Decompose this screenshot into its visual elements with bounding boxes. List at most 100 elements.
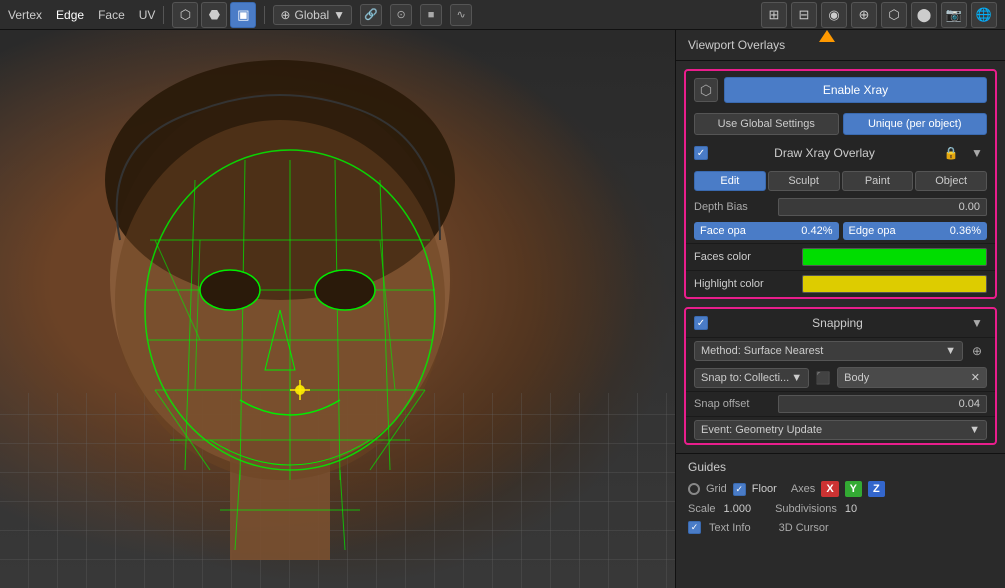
highlight-color-label: Highlight color — [694, 278, 794, 290]
opacity-row: Face opa 0.42% Edge opa 0.36% — [686, 219, 995, 243]
magnet-icon[interactable]: 🔗 — [360, 4, 382, 26]
settings-row: Use Global Settings Unique (per object) — [686, 109, 995, 139]
xray-section: ⬡ Enable Xray Use Global Settings Unique… — [684, 69, 997, 299]
tab-paint[interactable]: Paint — [842, 171, 914, 191]
faces-color-label: Faces color — [694, 251, 794, 263]
text-info-label: Text Info — [709, 522, 751, 534]
menu-uv[interactable]: UV — [139, 8, 156, 22]
transform-global[interactable]: ⊕ Global ▼ — [273, 5, 352, 25]
enable-xray-row: ⬡ Enable Xray — [686, 71, 995, 109]
body-field[interactable]: Body ✕ — [837, 367, 987, 388]
shading-icon[interactable]: ◉ — [821, 2, 847, 28]
scene-icon[interactable]: 🌐 — [971, 2, 997, 28]
guides-row-1: Grid ✓ Floor Axes X Y Z — [688, 478, 993, 500]
snapping-checkbox[interactable]: ✓ — [694, 316, 708, 330]
cursor-label: 3D Cursor — [779, 522, 829, 534]
method-dropdown[interactable]: Method: Surface Nearest ▼ — [694, 341, 963, 361]
snap-icon[interactable]: ⊙ — [390, 4, 412, 26]
toolbar-icons: ⬡ ⬣ ▣ — [172, 2, 256, 28]
event-dropdown[interactable]: Event: Geometry Update ▼ — [694, 420, 987, 440]
checkmark-icon: ✓ — [697, 148, 705, 159]
transform-chevron: ▼ — [333, 8, 345, 22]
face-opa-field[interactable]: Face opa 0.42% — [694, 222, 839, 240]
viewport-icon-2[interactable]: ⊟ — [791, 2, 817, 28]
snap-to-row: Snap to: Collecti... ▼ ⬛ Body ✕ — [686, 364, 995, 391]
snap-to-chevron: ▼ — [791, 372, 802, 384]
body-close-icon[interactable]: ✕ — [971, 371, 980, 384]
overlays-title: Viewport Overlays — [688, 38, 785, 52]
draw-xray-row: ✓ Draw Xray Overlay 🔒 ▼ — [686, 139, 995, 167]
snap-offset-label: Snap offset — [694, 398, 774, 410]
guides-section: Guides Grid ✓ Floor Axes X Y Z Scale 1.0… — [676, 453, 1005, 543]
viewport — [0, 30, 675, 588]
subdivisions-label: Subdivisions — [775, 503, 837, 515]
xray-icon: ⬡ — [694, 78, 718, 102]
edge-select-icon[interactable]: ⬣ — [201, 2, 227, 28]
depth-bias-label: Depth Bias — [694, 201, 774, 213]
highlight-color-row: Highlight color — [686, 270, 995, 297]
face-opa-value: 0.42% — [801, 225, 832, 237]
floor-label: Floor — [752, 483, 777, 495]
vertex-select-icon[interactable]: ⬡ — [172, 2, 198, 28]
chevron-down-icon[interactable]: ▼ — [967, 143, 987, 163]
snap-to-value: Collecti... — [744, 372, 789, 384]
method-row: Method: Surface Nearest ▼ ⊕ — [686, 338, 995, 364]
edge-opa-value: 0.36% — [950, 225, 981, 237]
highlight-color-swatch[interactable] — [802, 275, 987, 293]
toolbar-menu: Vertex Edge Face UV — [8, 8, 155, 22]
edge-opa-field[interactable]: Edge opa 0.36% — [843, 222, 988, 240]
snap-offset-value[interactable]: 0.04 — [778, 395, 987, 413]
menu-vertex[interactable]: Vertex — [8, 8, 42, 22]
transform-icon: ⊕ — [280, 8, 290, 22]
axis-z-button[interactable]: Z — [868, 481, 885, 497]
tab-object[interactable]: Object — [915, 171, 987, 191]
floor-checkbox[interactable]: ✓ — [733, 483, 746, 496]
viewport-icon-1[interactable]: ⊞ — [761, 2, 787, 28]
arrow-indicator — [819, 30, 835, 42]
tab-edit[interactable]: Edit — [694, 171, 766, 191]
snap-to-dropdown[interactable]: Snap to: Collecti... ▼ — [694, 368, 809, 388]
method-chevron: ▼ — [945, 345, 956, 357]
use-global-button[interactable]: Use Global Settings — [694, 113, 839, 135]
top-toolbar: Vertex Edge Face UV ⬡ ⬣ ▣ ⊕ Global ▼ 🔗 ⊙… — [0, 0, 1005, 30]
method-label: Method: Surface Nearest — [701, 345, 823, 357]
unique-per-object-button[interactable]: Unique (per object) — [843, 113, 988, 135]
scale-value: 1.000 — [724, 503, 752, 515]
axis-x-button[interactable]: X — [821, 481, 838, 497]
snapping-section: ✓ Snapping ▼ Method: Surface Nearest ▼ ⊕… — [684, 307, 997, 445]
xray-toggle[interactable]: ⬡ — [881, 2, 907, 28]
grid-circle[interactable] — [688, 483, 700, 495]
draw-xray-checkbox[interactable]: ✓ — [694, 146, 708, 160]
text-info-checkbox[interactable]: ✓ — [688, 521, 701, 534]
guides-title: Guides — [688, 460, 726, 474]
lock-icon[interactable]: 🔒 — [941, 143, 961, 163]
snap-chevron-icon[interactable]: ▼ — [967, 313, 987, 333]
snapping-title: Snapping — [714, 316, 961, 330]
depth-bias-row: Depth Bias 0.00 — [686, 195, 995, 219]
snap-link-icon[interactable]: ⬛ — [813, 368, 833, 388]
face-select-icon[interactable]: ▣ — [230, 2, 256, 28]
guides-header: Guides — [688, 460, 993, 474]
axis-y-button[interactable]: Y — [845, 481, 862, 497]
color-icon[interactable]: ■ — [420, 4, 442, 26]
menu-face[interactable]: Face — [98, 8, 125, 22]
overlays-header: Viewport Overlays — [676, 30, 1005, 61]
camera-icon[interactable]: 📷 — [941, 2, 967, 28]
snap-to-label: Snap to: — [701, 372, 742, 384]
tabs-row: Edit Sculpt Paint Object — [686, 167, 995, 195]
axes-label: Axes — [791, 483, 815, 495]
snap-offset-row: Snap offset 0.04 — [686, 391, 995, 416]
enable-xray-button[interactable]: Enable Xray — [724, 77, 987, 103]
depth-bias-value[interactable]: 0.00 — [778, 198, 987, 216]
grid-floor — [0, 393, 675, 588]
method-icon-btn[interactable]: ⊕ — [967, 341, 987, 361]
guides-row-3: ✓ Text Info 3D Cursor — [688, 518, 993, 537]
overlay-icon[interactable]: ⊕ — [851, 2, 877, 28]
character-bg — [0, 30, 675, 588]
render-icon[interactable]: ⬤ — [911, 2, 937, 28]
right-panel: Viewport Overlays ⬡ Enable Xray Use Glob… — [675, 30, 1005, 588]
curve-icon[interactable]: ∿ — [450, 4, 472, 26]
tab-sculpt[interactable]: Sculpt — [768, 171, 840, 191]
faces-color-swatch[interactable] — [802, 248, 987, 266]
menu-edge[interactable]: Edge — [56, 8, 84, 22]
